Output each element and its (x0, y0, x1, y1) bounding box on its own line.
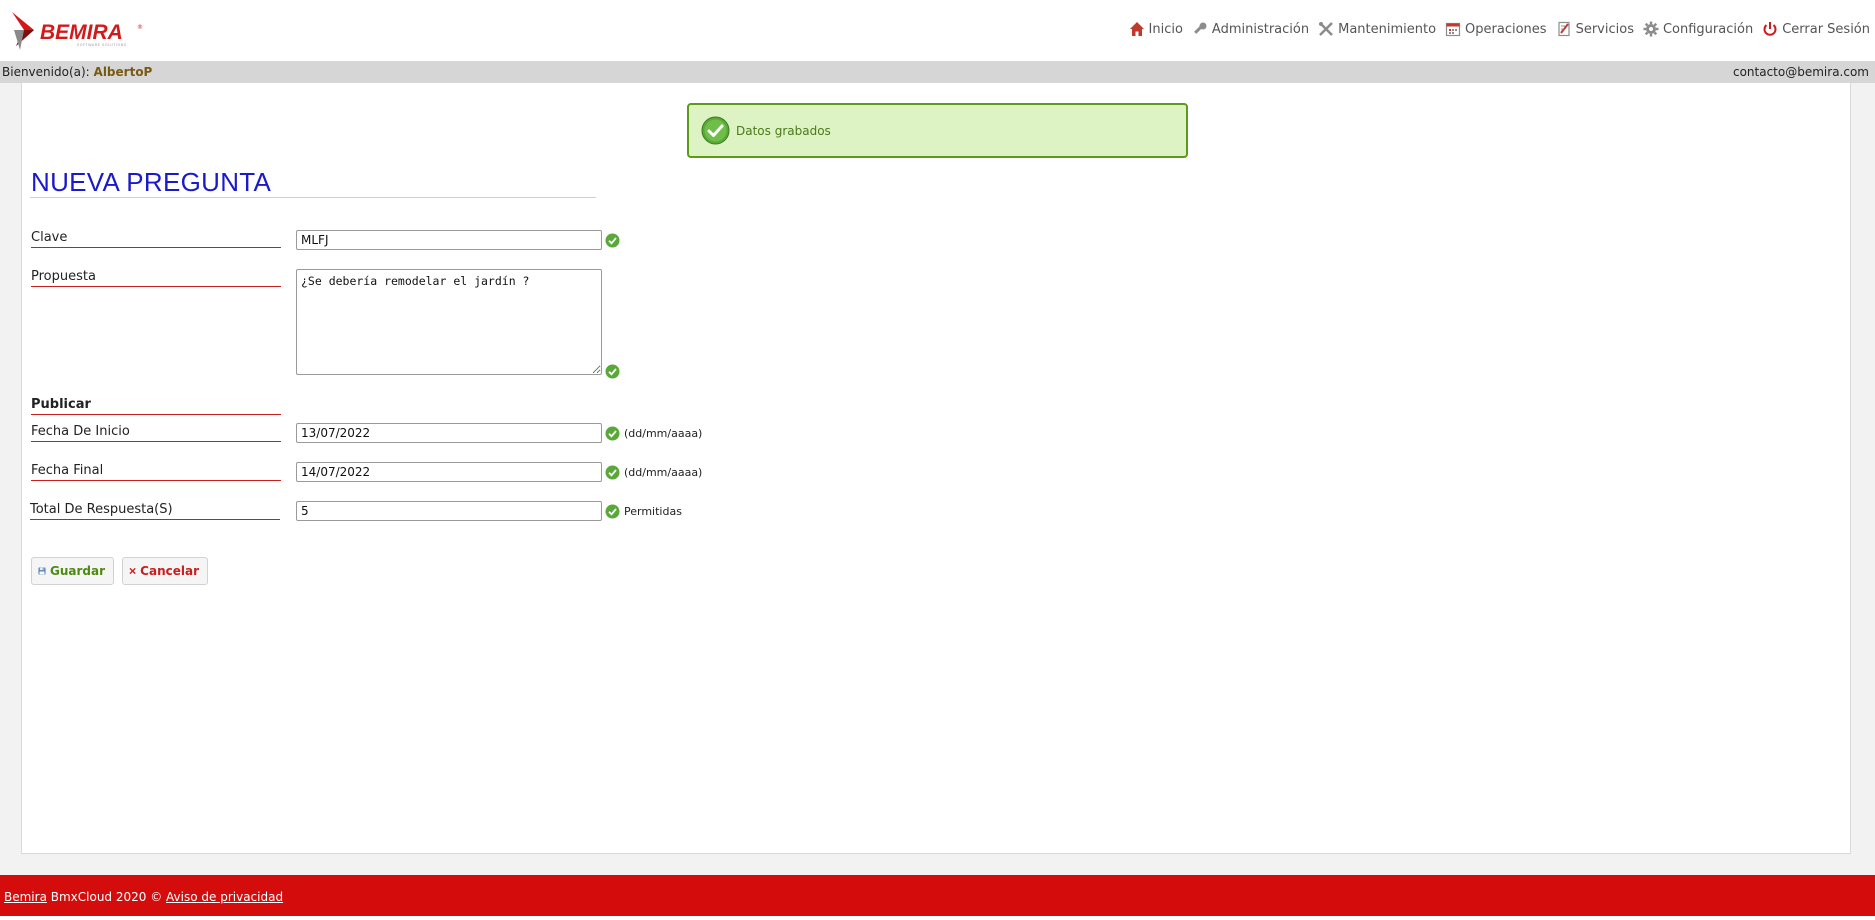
nav-label: Mantenimiento (1338, 21, 1437, 37)
welcome-prefix: Bienvenido(a): (2, 65, 90, 79)
home-icon (1129, 21, 1145, 37)
brand-tagline: SOFTWARE SOLUTIONS (77, 43, 127, 47)
date-format-hint: (dd/mm/aaaa) (624, 427, 703, 440)
nav-label: Inicio (1148, 21, 1183, 37)
propuesta-textarea[interactable]: ¿Se debería remodelar el jardín ? (296, 269, 602, 375)
footer-brand-link[interactable]: Bemira (4, 890, 47, 904)
calendar-icon (1445, 21, 1461, 37)
valid-check-icon (605, 465, 620, 480)
success-alert: Datos grabados (687, 103, 1188, 158)
check-circle-icon (701, 116, 730, 145)
brand-registered: ® (137, 24, 143, 31)
main-nav: Inicio Administración Mantenimiento Oper… (1120, 18, 1870, 40)
nav-label: Administración (1211, 21, 1310, 37)
fecha-final-input[interactable] (296, 462, 602, 482)
services-icon (1556, 21, 1572, 37)
cancel-button[interactable]: Cancelar (122, 557, 208, 585)
propuesta-label: Propuesta (31, 269, 281, 287)
welcome-text: Bienvenido(a): AlbertoP (2, 61, 152, 83)
footer: Bemira BmxCloud 2020 © Aviso de privacid… (0, 875, 1875, 916)
valid-check-icon (605, 426, 620, 441)
nav-configuracion[interactable]: Configuración (1643, 21, 1753, 37)
page-title: NUEVA PREGUNTA (31, 167, 272, 197)
publicar-section-label: Publicar (31, 397, 281, 415)
power-icon (1762, 21, 1778, 37)
fecha-inicio-input[interactable] (296, 423, 602, 443)
fecha-final-label: Fecha Final (31, 463, 281, 481)
nav-label: Configuración (1662, 21, 1754, 37)
floppy-disk-icon (38, 567, 46, 575)
cancel-button-label: Cancelar (140, 564, 199, 578)
alert-message: Datos grabados (736, 123, 831, 138)
footer-copyright: BmxCloud 2020 © (46, 890, 167, 904)
brand-name: BEMIRA (40, 21, 123, 44)
date-format-hint: (dd/mm/aaaa) (624, 466, 703, 479)
permitidas-hint: Permitidas (624, 505, 682, 518)
gear-icon (1643, 21, 1659, 37)
valid-check-icon (605, 504, 620, 519)
nav-label: Cerrar Sesión (1782, 21, 1870, 37)
save-button-label: Guardar (49, 564, 105, 578)
nav-administracion[interactable]: Administración (1192, 21, 1309, 37)
bemira-logo[interactable]: BEMIRA ® SOFTWARE SOLUTIONS (10, 8, 143, 52)
privacy-link[interactable]: Aviso de privacidad (166, 890, 283, 904)
nav-mantenimiento[interactable]: Mantenimiento (1318, 21, 1436, 37)
save-button[interactable]: Guardar (31, 557, 114, 585)
nav-operaciones[interactable]: Operaciones (1445, 21, 1547, 37)
clave-label: Clave (31, 230, 281, 248)
nav-cerrar-sesion[interactable]: Cerrar Sesión (1762, 21, 1870, 37)
header: BEMIRA ® SOFTWARE SOLUTIONS Inicio Admin… (0, 0, 1875, 60)
fecha-inicio-label: Fecha De Inicio (31, 424, 281, 442)
nav-label: Operaciones (1465, 21, 1547, 37)
nav-label: Servicios (1575, 21, 1634, 37)
nav-servicios[interactable]: Servicios (1556, 21, 1634, 37)
close-icon (129, 568, 136, 574)
welcome-bar: Bienvenido(a): AlbertoP contacto@bemira.… (0, 61, 1875, 83)
total-respuestas-label: Total De Respuesta(S) (30, 502, 280, 520)
contact-email: contacto@bemira.com (1732, 65, 1869, 79)
footer-text: Bemira BmxCloud 2020 © Aviso de privacid… (4, 890, 283, 904)
valid-check-icon (605, 233, 620, 248)
title-divider (30, 197, 596, 198)
tools-icon (1318, 21, 1334, 37)
valid-check-icon (605, 364, 620, 379)
key-icon (1192, 21, 1208, 37)
nav-inicio[interactable]: Inicio (1129, 21, 1183, 37)
username: AlbertoP (93, 65, 153, 79)
total-respuestas-input[interactable] (296, 501, 602, 521)
clave-input[interactable] (296, 230, 602, 250)
